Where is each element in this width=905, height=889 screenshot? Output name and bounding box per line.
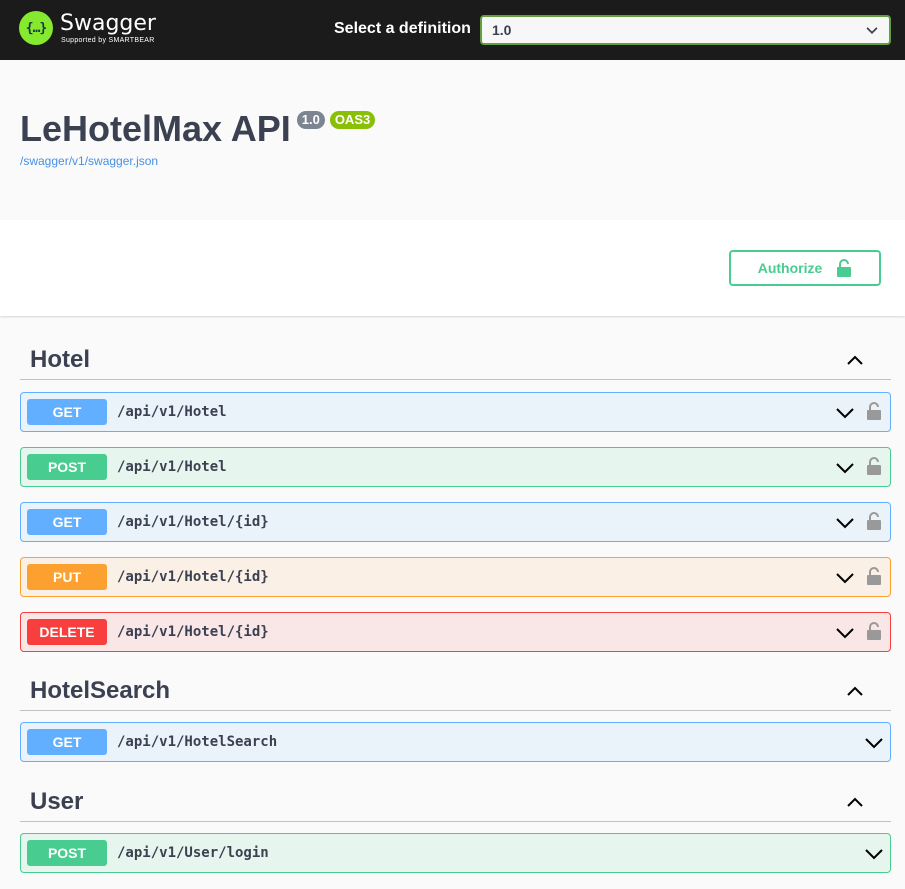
operation-put-hotel-id[interactable]: PUT /api/v1/Hotel/{id} xyxy=(20,557,891,597)
operation-path: /api/v1/Hotel xyxy=(117,404,227,420)
oas-badge: OAS3 xyxy=(329,111,376,129)
authorize-button[interactable]: Authorize xyxy=(729,250,881,286)
topbar: {…} Swagger Supported by SMARTBEAR Selec… xyxy=(0,0,905,60)
method-badge: GET xyxy=(27,509,107,535)
swagger-json-link[interactable]: /swagger/v1/swagger.json xyxy=(20,154,375,168)
operation-get-hotelsearch[interactable]: GET /api/v1/HotelSearch xyxy=(20,722,891,762)
operation-path: /api/v1/HotelSearch xyxy=(117,734,278,750)
chevron-down-icon[interactable] xyxy=(835,458,855,478)
chevron-down-icon xyxy=(866,27,878,35)
chevron-down-icon[interactable] xyxy=(835,568,855,588)
tag-header-hotel[interactable]: Hotel xyxy=(20,340,891,380)
definition-value: 1.0 xyxy=(492,22,512,38)
operation-path: /api/v1/Hotel/{id} xyxy=(117,624,269,640)
swagger-logo[interactable]: {…} Swagger Supported by SMARTBEAR xyxy=(19,11,156,45)
tag-title: Hotel xyxy=(30,345,90,373)
logo-subtitle: Supported by SMARTBEAR xyxy=(61,37,155,44)
chevron-down-icon[interactable] xyxy=(864,733,884,753)
method-badge: POST xyxy=(27,840,107,866)
unlock-icon[interactable] xyxy=(866,401,882,421)
chevron-up-icon[interactable] xyxy=(845,681,865,701)
unlock-icon[interactable] xyxy=(866,511,882,531)
chevron-up-icon[interactable] xyxy=(845,350,865,370)
chevron-down-icon[interactable] xyxy=(835,623,855,643)
operation-path: /api/v1/Hotel/{id} xyxy=(117,569,269,585)
method-badge: GET xyxy=(27,729,107,755)
unlock-icon xyxy=(837,259,852,277)
operation-get-hotel-id[interactable]: GET /api/v1/Hotel/{id} xyxy=(20,502,891,542)
version-badge: 1.0 xyxy=(296,111,325,129)
tag-header-hotelsearch[interactable]: HotelSearch xyxy=(20,671,891,711)
operation-path: /api/v1/Hotel/{id} xyxy=(117,514,269,530)
chevron-down-icon[interactable] xyxy=(835,513,855,533)
operation-delete-hotel-id[interactable]: DELETE /api/v1/Hotel/{id} xyxy=(20,612,891,652)
chevron-up-icon[interactable] xyxy=(845,792,865,812)
operation-post-hotel[interactable]: POST /api/v1/Hotel xyxy=(20,447,891,487)
method-badge: GET xyxy=(27,399,107,425)
authorize-label: Authorize xyxy=(757,260,823,276)
operation-post-user-login[interactable]: POST /api/v1/User/login xyxy=(20,833,891,873)
chevron-down-icon[interactable] xyxy=(864,844,884,864)
unlock-icon[interactable] xyxy=(866,566,882,586)
unlock-icon[interactable] xyxy=(866,621,882,641)
operation-path: /api/v1/User/login xyxy=(117,845,269,861)
method-badge: POST xyxy=(27,454,107,480)
definition-label: Select a definition xyxy=(334,20,471,37)
logo-name: Swagger xyxy=(60,11,156,36)
method-badge: PUT xyxy=(27,564,107,590)
api-title: LeHotelMax API xyxy=(20,108,291,149)
tag-header-user[interactable]: User xyxy=(20,782,891,822)
unlock-icon[interactable] xyxy=(866,456,882,476)
api-info: LeHotelMax API 1.0 OAS3 /swagger/v1/swag… xyxy=(20,108,376,168)
tag-title: User xyxy=(30,787,84,815)
method-badge: DELETE xyxy=(27,619,107,645)
swagger-logo-icon: {…} xyxy=(19,11,53,45)
definition-select[interactable]: 1.0 xyxy=(480,15,891,45)
operation-get-hotel[interactable]: GET /api/v1/Hotel xyxy=(20,392,891,432)
operation-path: /api/v1/Hotel xyxy=(117,459,227,475)
scheme-container: Authorize xyxy=(0,220,905,316)
chevron-down-icon[interactable] xyxy=(835,403,855,423)
tag-title: HotelSearch xyxy=(30,676,171,704)
